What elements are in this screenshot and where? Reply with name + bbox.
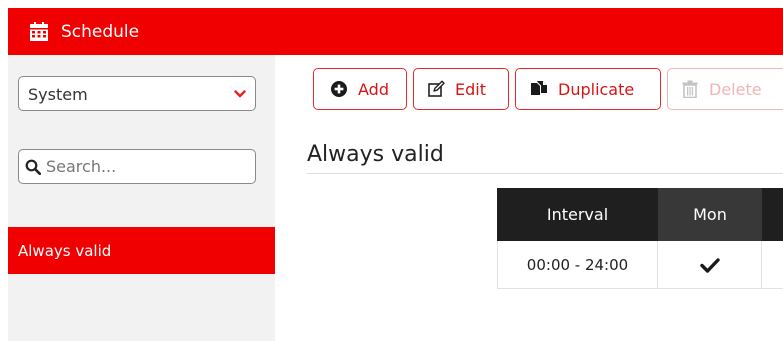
search-input[interactable]: [46, 155, 246, 178]
system-select-value: System: [28, 85, 88, 104]
column-header-interval: Interval: [546, 205, 609, 224]
interval-cell: 00:00 - 24:00: [498, 241, 658, 288]
duplicate-button[interactable]: Duplicate: [515, 68, 661, 110]
search-icon: [25, 159, 41, 175]
trash-icon: [682, 80, 698, 98]
overflow-cell: [762, 241, 783, 288]
app-header: Schedule: [8, 8, 783, 55]
calendar-icon: [30, 21, 48, 41]
copy-icon: [531, 81, 547, 95]
app-title: Schedule: [61, 21, 140, 42]
column-header-overflow: [762, 188, 783, 241]
chevron-down-icon: [234, 90, 246, 98]
edit-button[interactable]: Edit: [413, 68, 509, 110]
search-box: [18, 149, 256, 184]
duplicate-button-label: Duplicate: [558, 79, 635, 99]
add-button-label: Add: [358, 79, 389, 99]
add-button[interactable]: Add: [313, 68, 407, 110]
column-header-mon: Mon: [658, 188, 762, 241]
page-title: Always valid: [307, 142, 444, 167]
toolbar: Add Edit Duplicate Delete: [313, 68, 783, 110]
title-divider: [307, 173, 783, 174]
system-select[interactable]: System: [18, 76, 256, 111]
sidebar-item-label: Always valid: [18, 241, 112, 260]
sidebar: System Always valid: [8, 55, 275, 341]
table-row[interactable]: 00:00 - 24:00: [497, 241, 783, 289]
edit-icon: [428, 80, 445, 97]
schedule-page: Schedule System Always valid: [0, 0, 783, 341]
delete-button-label: Delete: [709, 79, 762, 99]
edit-button-label: Edit: [455, 79, 486, 99]
sidebar-item-always-valid[interactable]: Always valid: [8, 227, 275, 274]
mon-cell: [658, 241, 762, 288]
checkmark-icon: [699, 257, 720, 273]
schedule-table: Interval Mon 00:00 - 24:00: [497, 188, 783, 289]
plus-circle-icon: [331, 81, 347, 97]
delete-button[interactable]: Delete: [667, 68, 783, 110]
table-header: Interval Mon: [497, 188, 783, 241]
